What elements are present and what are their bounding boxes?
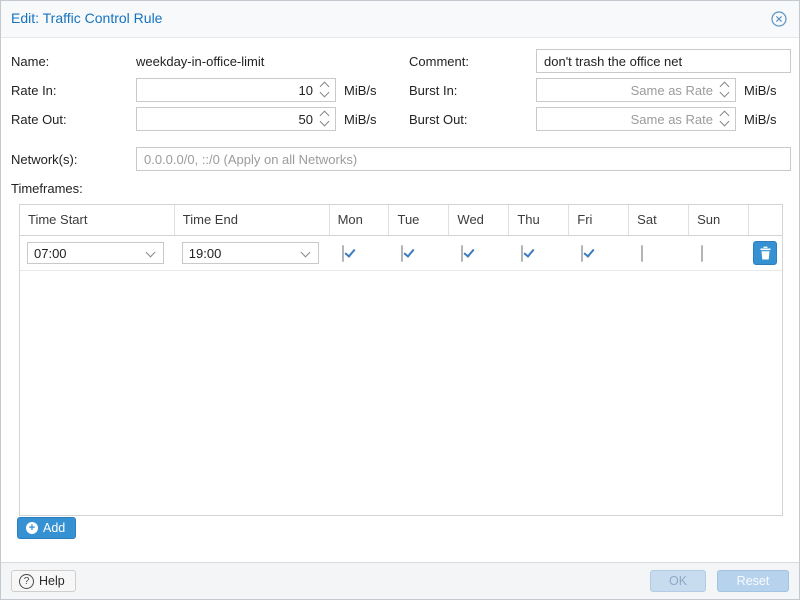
comment-field xyxy=(536,49,791,73)
burst-out-label: Burst Out: xyxy=(409,112,468,127)
rate-in-input[interactable] xyxy=(136,78,336,102)
ok-button[interactable]: OK xyxy=(650,570,706,592)
rate-in-unit: MiB/s xyxy=(344,83,377,98)
networks-field xyxy=(136,147,791,171)
dialog-header: Edit: Traffic Control Rule xyxy=(1,1,799,38)
checkbox-fri[interactable] xyxy=(581,245,583,262)
traffic-control-rule-dialog: Edit: Traffic Control Rule Name: weekday… xyxy=(0,0,800,600)
add-button[interactable]: Add xyxy=(17,517,76,539)
add-button-label: Add xyxy=(43,521,65,535)
rate-in-spinner[interactable] xyxy=(319,78,331,102)
column-header-tue[interactable]: Tue xyxy=(389,205,449,235)
help-button[interactable]: Help xyxy=(11,570,76,592)
column-header-actions xyxy=(749,205,782,235)
column-header-sat[interactable]: Sat xyxy=(629,205,689,235)
name-value: weekday-in-office-limit xyxy=(136,54,264,69)
reset-button[interactable]: Reset xyxy=(717,570,789,592)
column-header-wed[interactable]: Wed xyxy=(449,205,509,235)
help-button-label: Help xyxy=(39,574,65,588)
rate-out-input[interactable] xyxy=(136,107,336,131)
timeframes-grid: Time Start Time End Mon Tue Wed Thu Fri … xyxy=(19,204,783,516)
checkbox-wed[interactable] xyxy=(461,245,463,262)
chevron-down-icon[interactable] xyxy=(320,117,330,127)
delete-row-button[interactable] xyxy=(753,241,777,265)
column-header-time-start[interactable]: Time Start xyxy=(20,205,175,235)
comment-input[interactable] xyxy=(536,49,791,73)
timeframe-row xyxy=(20,236,782,271)
networks-label: Network(s): xyxy=(11,152,77,167)
trash-icon xyxy=(759,246,772,260)
dialog-title: Edit: Traffic Control Rule xyxy=(11,10,162,26)
column-header-mon[interactable]: Mon xyxy=(330,205,390,235)
checkbox-thu[interactable] xyxy=(521,245,523,262)
chevron-down-icon[interactable] xyxy=(720,88,730,98)
rate-out-spinner[interactable] xyxy=(319,107,331,131)
dialog-footer: Help OK Reset xyxy=(1,562,799,599)
chevron-down-icon[interactable] xyxy=(145,243,159,263)
name-label: Name: xyxy=(11,54,49,69)
networks-input[interactable] xyxy=(136,147,791,171)
question-circle-icon xyxy=(19,574,34,589)
timeframes-label: Timeframes: xyxy=(11,181,83,196)
burst-out-unit: MiB/s xyxy=(744,112,777,127)
rate-out-field xyxy=(136,107,336,131)
column-header-fri[interactable]: Fri xyxy=(569,205,629,235)
close-icon[interactable] xyxy=(771,11,787,27)
checkbox-sun[interactable] xyxy=(701,245,703,262)
time-end-input[interactable] xyxy=(183,243,318,263)
burst-out-spinner[interactable] xyxy=(719,107,731,131)
burst-in-unit: MiB/s xyxy=(744,83,777,98)
grid-header: Time Start Time End Mon Tue Wed Thu Fri … xyxy=(20,205,782,236)
burst-in-field xyxy=(536,78,736,102)
chevron-down-icon[interactable] xyxy=(320,88,330,98)
chevron-down-icon[interactable] xyxy=(720,117,730,127)
burst-in-spinner[interactable] xyxy=(719,78,731,102)
burst-out-input[interactable] xyxy=(536,107,736,131)
rate-in-label: Rate In: xyxy=(11,83,57,98)
rate-out-label: Rate Out: xyxy=(11,112,67,127)
column-header-time-end[interactable]: Time End xyxy=(175,205,330,235)
time-start-cell xyxy=(20,242,175,264)
comment-label: Comment: xyxy=(409,54,469,69)
rate-in-field xyxy=(136,78,336,102)
burst-in-input[interactable] xyxy=(536,78,736,102)
rate-out-unit: MiB/s xyxy=(344,112,377,127)
column-header-thu[interactable]: Thu xyxy=(509,205,569,235)
column-header-sun[interactable]: Sun xyxy=(689,205,749,235)
burst-out-field xyxy=(536,107,736,131)
checkbox-sat[interactable] xyxy=(641,245,643,262)
time-end-cell xyxy=(175,242,330,264)
time-start-input[interactable] xyxy=(28,243,163,263)
time-end-combo xyxy=(182,242,319,264)
checkbox-mon[interactable] xyxy=(342,245,344,262)
checkbox-tue[interactable] xyxy=(401,245,403,262)
chevron-down-icon[interactable] xyxy=(300,243,314,263)
plus-circle-icon xyxy=(26,522,38,534)
time-start-combo xyxy=(27,242,164,264)
burst-in-label: Burst In: xyxy=(409,83,457,98)
